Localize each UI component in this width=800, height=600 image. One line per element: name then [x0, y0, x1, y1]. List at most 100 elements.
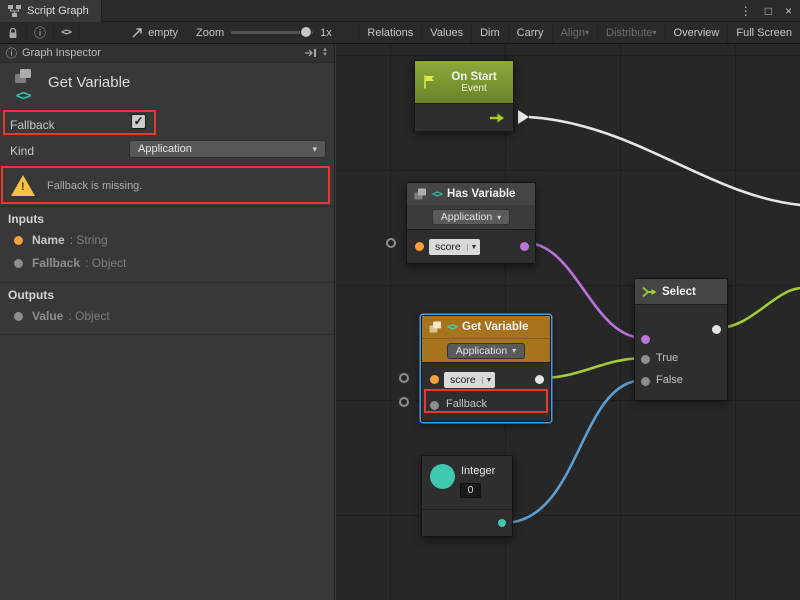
dim-button[interactable]: Dim	[471, 22, 508, 43]
wire-select-output	[718, 288, 800, 328]
menu-kebab-icon[interactable]: ⋮	[740, 4, 752, 18]
node-get-variable[interactable]: <> Get Variable Application score▼ Fallb…	[421, 315, 551, 422]
true-input-port[interactable]	[641, 355, 650, 364]
align-dropdown[interactable]: Align	[552, 22, 597, 43]
distribute-dropdown[interactable]: Distribute	[597, 22, 664, 43]
zoom-slider[interactable]	[231, 31, 313, 34]
value-output-port[interactable]	[535, 375, 544, 384]
toolbar-buttons: Relations Values Dim Carry Align Distrib…	[358, 22, 800, 43]
condition-input-port[interactable]	[641, 335, 650, 344]
node-has-variable[interactable]: <> Has Variable Application score▼	[406, 182, 536, 264]
node-select[interactable]: Select True False	[634, 278, 728, 400]
node-title: Has Variable	[447, 188, 515, 200]
graph-toolbar: ⓘ <> empty Zoom 1x Relations Values Dim …	[0, 22, 800, 44]
code-icon: <>	[432, 189, 442, 200]
zoom-label: Zoom	[196, 27, 224, 39]
node-title: On Start	[442, 71, 506, 83]
code-view-button[interactable]: <>	[54, 22, 79, 43]
on-start-header: On Start Event	[415, 61, 513, 103]
name-input-port[interactable]	[415, 242, 424, 251]
code-icon: <>	[447, 322, 457, 333]
values-button[interactable]: Values	[421, 22, 471, 43]
select-body: True False	[635, 304, 727, 400]
kind-dropdown[interactable]: Application	[129, 140, 326, 158]
info-button[interactable]: ⓘ	[27, 22, 54, 43]
unconnected-port-circle[interactable]	[399, 373, 409, 383]
selection-output-port[interactable]	[712, 325, 721, 334]
node-title: Select	[662, 286, 696, 298]
scroll-arrows-icon[interactable]: ▲▼	[322, 48, 328, 58]
kind-row: Application	[422, 338, 550, 362]
graph-icon	[8, 5, 21, 17]
inspector-header: ⓘ Graph Inspector ▲▼	[0, 44, 334, 63]
false-port-label: False	[656, 374, 683, 386]
stamp-arrow-icon	[131, 27, 143, 39]
variables-stack-icon	[414, 188, 427, 200]
graph-canvas[interactable]: On Start Event <> Has Variable Appli	[336, 44, 800, 600]
unconnected-port-circle[interactable]	[386, 238, 396, 248]
kind-dropdown[interactable]: Application	[432, 209, 510, 225]
variables-stack-icon	[14, 68, 32, 84]
code-icon: <>	[16, 88, 31, 104]
integer-value-field[interactable]: 0	[460, 483, 481, 498]
string-port-dot	[14, 236, 23, 245]
graph-inspector-panel: ⓘ Graph Inspector ▲▼ <> Get Variable Fal…	[0, 44, 335, 600]
get-variable-header: <> Get Variable	[422, 316, 550, 338]
variable-name-dropdown[interactable]: score▼	[429, 239, 480, 255]
fallback-label: Fallback	[10, 118, 55, 132]
fallback-input-port[interactable]	[430, 401, 439, 410]
integer-literal-icon	[430, 464, 455, 489]
flow-port-triangle[interactable]	[518, 110, 529, 124]
true-port-label: True	[656, 352, 678, 364]
name-input-port[interactable]	[430, 375, 439, 384]
get-variable-body: score▼ Fallback	[422, 362, 550, 421]
inputs-heading: Inputs	[8, 212, 44, 226]
warning-message: ! Fallback is missing.	[3, 170, 327, 201]
lock-button[interactable]	[0, 22, 27, 43]
tab-script-graph[interactable]: Script Graph	[0, 0, 102, 22]
unconnected-port-circle[interactable]	[399, 397, 409, 407]
node-type-icons: <>	[10, 68, 36, 104]
object-port-dot	[14, 312, 23, 321]
maximize-icon[interactable]: □	[765, 4, 772, 18]
inspector-header-label: Graph Inspector	[22, 47, 101, 59]
relations-button[interactable]: Relations	[358, 22, 421, 43]
bool-output-port[interactable]	[520, 242, 529, 251]
wire-onstart-flow	[529, 117, 800, 205]
kind-dropdown[interactable]: Application	[447, 343, 525, 359]
overview-button[interactable]: Overview	[665, 22, 728, 43]
node-on-start[interactable]: On Start Event	[414, 60, 514, 132]
has-variable-header: <> Has Variable	[407, 183, 535, 205]
select-header: Select	[635, 279, 727, 304]
dock-pin-icon[interactable]	[304, 48, 317, 58]
node-subtitle: Event	[442, 83, 506, 94]
select-merge-icon	[642, 286, 657, 298]
warning-text: Fallback is missing.	[47, 180, 142, 192]
input-row-name: Name : String	[14, 233, 108, 247]
flag-icon	[422, 74, 437, 90]
titlebar: Script Graph ⋮ □ ×	[0, 0, 800, 22]
stamp-label: empty	[148, 27, 178, 39]
carry-button[interactable]: Carry	[508, 22, 552, 43]
divider	[0, 206, 334, 207]
has-variable-body: score▼	[407, 229, 535, 263]
variable-name-dropdown[interactable]: score▼	[444, 372, 495, 388]
fallback-checkbox[interactable]: ✓	[131, 114, 146, 129]
integer-top: Integer 0	[422, 456, 512, 509]
zoom-slider-knob[interactable]	[300, 26, 312, 38]
node-integer[interactable]: Integer 0	[421, 455, 513, 537]
node-title: Get Variable	[462, 321, 528, 333]
fallback-port-label: Fallback	[446, 398, 487, 410]
code-icon: <>	[61, 27, 71, 38]
close-icon[interactable]: ×	[785, 4, 792, 18]
zoom-value: 1x	[320, 27, 332, 39]
flow-arrow-icon[interactable]	[489, 111, 505, 125]
stamp-tool[interactable]: empty	[121, 22, 188, 43]
object-port-dot	[14, 259, 23, 268]
fullscreen-button[interactable]: Full Screen	[727, 22, 800, 43]
false-input-port[interactable]	[641, 377, 650, 386]
tab-label: Script Graph	[27, 5, 89, 17]
node-title: Integer	[461, 465, 495, 477]
divider	[0, 282, 334, 283]
integer-output-port[interactable]	[498, 519, 506, 527]
